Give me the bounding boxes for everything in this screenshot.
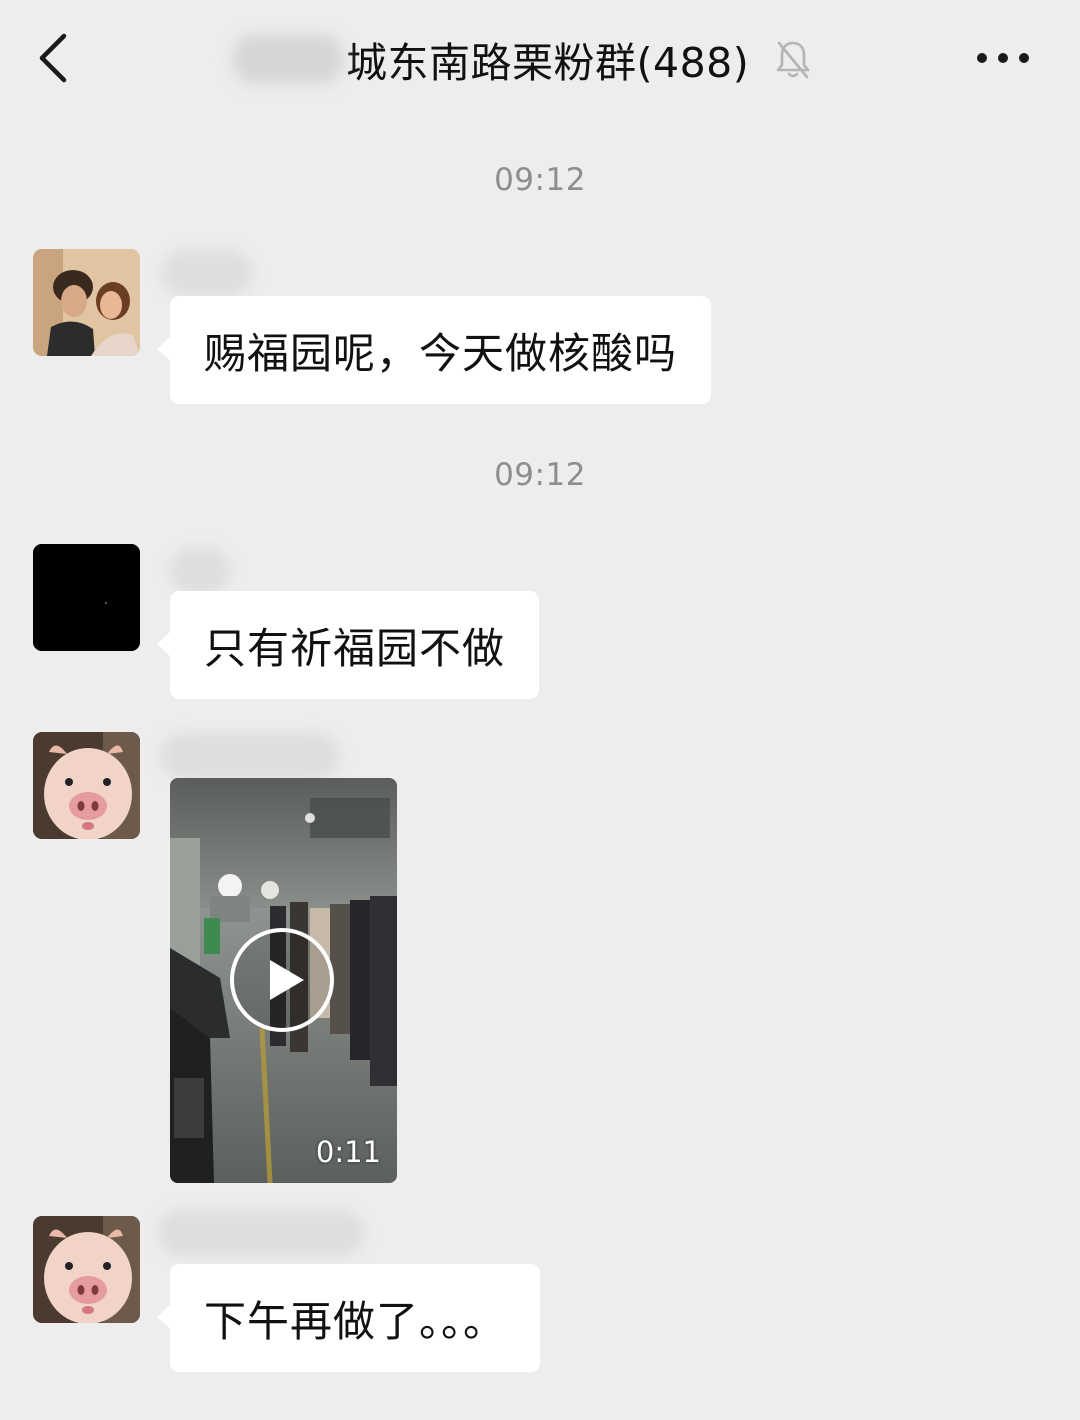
timestamp: 09:12 — [494, 457, 586, 493]
chat-screen: 城东南路栗粉群(488) 09:12 赐福园呢，今天做核酸吗 09:12 只有祈… — [0, 0, 1080, 1420]
chat-title-area: 城东南路栗粉群(488) — [232, 24, 813, 94]
couple-photo-avatar[interactable] — [33, 249, 140, 356]
piglet-avatar[interactable] — [33, 732, 140, 839]
more-button[interactable] — [968, 38, 1038, 78]
message-bubble[interactable]: 只有祈福园不做 — [156, 591, 540, 699]
video-duration: 0:11 — [315, 1135, 381, 1169]
play-icon[interactable] — [228, 926, 336, 1034]
blurred-sender-name — [158, 1210, 364, 1256]
back-button[interactable] — [28, 26, 88, 90]
blurred-sender-name — [170, 548, 230, 594]
bell-off-icon — [776, 41, 810, 79]
message-text: 赐福园呢，今天做核酸吗 — [204, 328, 678, 378]
message-text: 只有祈福园不做 — [204, 623, 506, 673]
black-avatar[interactable] — [33, 544, 140, 651]
blurred-sender-name — [162, 250, 252, 296]
message-bubble[interactable]: 赐福园呢，今天做核酸吗 — [156, 296, 712, 404]
chat-title: 城东南路栗粉群(488) — [346, 39, 750, 87]
blurred-sender-name — [160, 733, 340, 779]
message-bubble[interactable]: 下午再做了。。。 — [156, 1264, 541, 1372]
video-message[interactable]: 0:11 — [170, 778, 397, 1183]
piglet-avatar[interactable] — [33, 1216, 140, 1323]
blurred-title-prefix — [232, 34, 344, 84]
chevron-left-icon — [39, 33, 67, 83]
ellipsis-icon — [977, 53, 1029, 63]
message-text: 下午再做了。。。 — [204, 1296, 507, 1346]
chat-header: 城东南路栗粉群(488) — [0, 0, 1080, 118]
timestamp: 09:12 — [494, 162, 586, 198]
